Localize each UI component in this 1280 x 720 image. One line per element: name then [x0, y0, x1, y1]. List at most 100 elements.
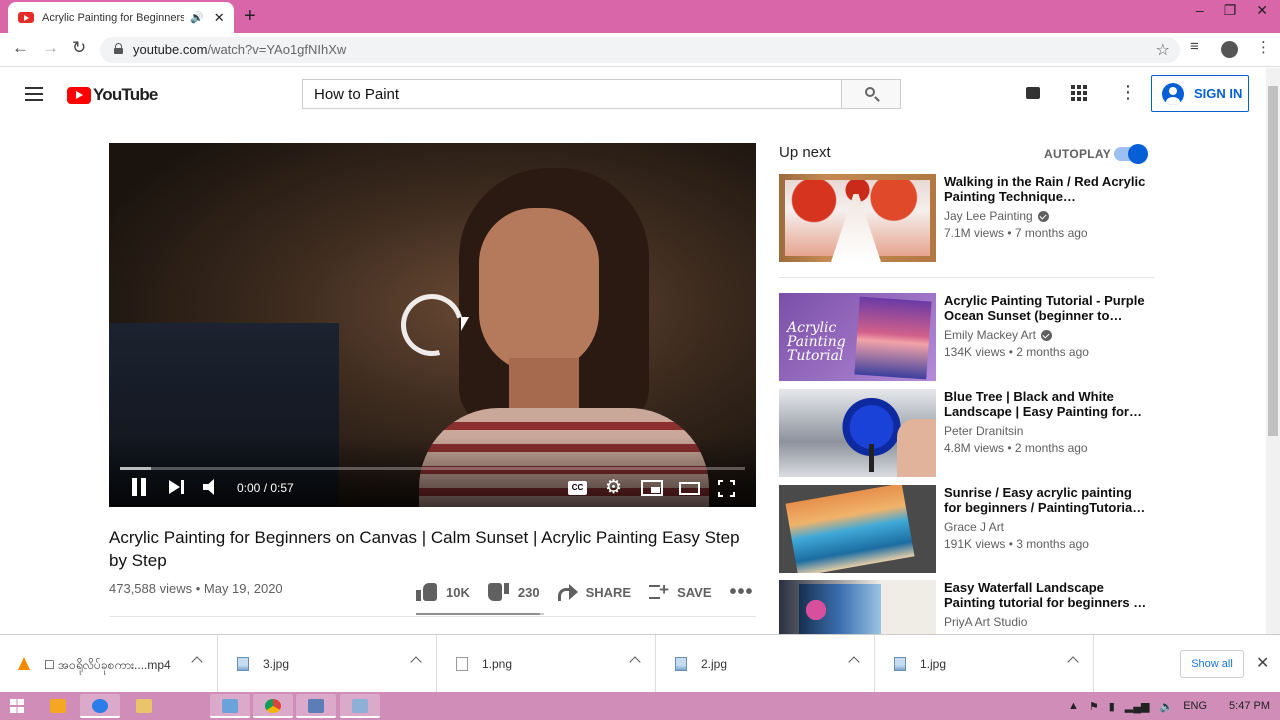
download-item[interactable]: 2.jpg: [657, 635, 875, 693]
fullscreen-icon[interactable]: [718, 480, 735, 497]
close-window-button[interactable]: ✕: [1256, 2, 1268, 19]
address-bar[interactable]: youtube.com/watch?v=YAo1gfNIhXw ☆: [100, 37, 1180, 63]
download-item[interactable]: 1.jpg: [876, 635, 1094, 693]
like-ratio-bar: [416, 613, 544, 615]
close-icon[interactable]: ✕: [1256, 653, 1269, 673]
video-thumbnail[interactable]: [779, 580, 936, 634]
video-thumbnail[interactable]: [779, 389, 936, 477]
recommendation-title[interactable]: Easy Waterfall Landscape Painting tutori…: [944, 580, 1149, 610]
scrollbar-thumb[interactable]: [1268, 86, 1278, 436]
apps-grid-icon[interactable]: [1071, 85, 1087, 101]
recommendation-title[interactable]: Acrylic Painting Tutorial - Purple Ocean…: [944, 293, 1149, 323]
download-item[interactable]: ☐ အဝရိုလိပ်ခုစကား....mp4: [0, 635, 218, 693]
video-player[interactable]: 0:00 / 0:57 CC ⚙: [109, 143, 756, 507]
chrome-menu-icon[interactable]: ⋮: [1256, 38, 1271, 56]
chevron-up-icon[interactable]: [1067, 656, 1079, 668]
speaker-icon[interactable]: 🔈: [1159, 700, 1173, 713]
window-controls: – ❐ ✕: [1196, 2, 1268, 19]
show-all-downloads-button[interactable]: Show all: [1180, 650, 1244, 678]
download-item[interactable]: 1.png: [438, 635, 656, 693]
restore-button[interactable]: ❐: [1224, 2, 1237, 19]
clock[interactable]: 5:47 PM: [1229, 700, 1270, 712]
taskbar-keyboard[interactable]: [296, 694, 336, 718]
tab-close-icon[interactable]: ✕: [214, 10, 225, 26]
gear-icon[interactable]: ⚙: [605, 478, 622, 497]
search-query[interactable]: How to Paint: [314, 86, 399, 103]
browser-toolbar: ← → ↻ youtube.com/watch?v=YAo1gfNIhXw ☆ …: [0, 33, 1280, 67]
save-button[interactable]: SAVE: [649, 580, 712, 601]
chevron-up-icon[interactable]: [629, 656, 641, 668]
language-indicator[interactable]: ENG: [1183, 700, 1207, 712]
create-video-icon[interactable]: [1026, 87, 1040, 99]
taskbar-chrome[interactable]: [253, 694, 293, 718]
miniplayer-icon[interactable]: [641, 480, 663, 496]
progress-bar[interactable]: [120, 467, 745, 470]
taskbar-photos[interactable]: [210, 694, 250, 718]
network-icon[interactable]: ▂▄▆: [1125, 700, 1150, 713]
volume-icon[interactable]: [203, 479, 221, 495]
autoplay-toggle[interactable]: [1114, 144, 1148, 164]
bookmark-star-icon[interactable]: ☆: [1156, 40, 1170, 60]
dislike-button[interactable]: 230: [487, 583, 540, 601]
video-thumbnail[interactable]: [779, 485, 936, 573]
share-button[interactable]: SHARE: [557, 583, 631, 601]
flag-icon[interactable]: ⚑: [1089, 700, 1099, 713]
next-video-icon[interactable]: [169, 480, 185, 494]
video-thumbnail[interactable]: Acrylic Painting Tutorial: [779, 293, 936, 381]
url-text[interactable]: youtube.com/watch?v=YAo1gfNIhXw: [133, 42, 346, 57]
share-icon: [557, 583, 578, 601]
recommendation-item[interactable]: Easy Waterfall Landscape Painting tutori…: [779, 580, 1159, 634]
more-actions-button[interactable]: •••: [730, 581, 754, 604]
taskbar-file-explorer[interactable]: [124, 694, 164, 718]
chevron-up-icon[interactable]: [410, 656, 422, 668]
pause-icon[interactable]: [131, 478, 147, 496]
chevron-up-icon[interactable]: [848, 656, 860, 668]
recommendation-item[interactable]: Sunrise / Easy acrylic painting for begi…: [779, 485, 1159, 575]
taskbar-media-player[interactable]: [38, 694, 78, 718]
back-icon[interactable]: ←: [12, 38, 29, 58]
recommendation-item[interactable]: Blue Tree | Black and White Landscape | …: [779, 389, 1159, 479]
channel-name: Emily Mackey Art: [944, 328, 1037, 342]
hamburger-menu-icon[interactable]: [25, 87, 43, 101]
video-thumbnail[interactable]: [779, 174, 936, 262]
sign-in-button[interactable]: SIGN IN: [1151, 75, 1249, 112]
download-item[interactable]: 3.jpg: [219, 635, 437, 693]
reload-icon[interactable]: ↻: [72, 38, 86, 58]
recommendation-title[interactable]: Blue Tree | Black and White Landscape | …: [944, 389, 1149, 419]
tray-expand-icon[interactable]: ▲: [1068, 700, 1079, 712]
page-scrollbar[interactable]: [1266, 68, 1280, 634]
vlc-icon: [18, 657, 30, 670]
buffered-bar: [120, 467, 152, 470]
url-path: /watch?v=YAo1gfNIhXw: [207, 42, 347, 57]
recommendation-item[interactable]: Acrylic Painting Tutorial Acrylic Painti…: [779, 293, 1159, 383]
view-count-date: 473,588 views • May 19, 2020: [109, 581, 283, 596]
battery-icon[interactable]: ▮: [1109, 700, 1115, 713]
windows-start-icon[interactable]: [10, 699, 24, 713]
search-input[interactable]: How to Paint: [302, 79, 842, 109]
browser-tab[interactable]: Acrylic Painting for Beginners on Canvas…: [8, 2, 234, 33]
theater-mode-icon[interactable]: [679, 482, 700, 495]
audio-playing-icon[interactable]: 🔊: [190, 11, 204, 24]
settings-more-icon[interactable]: ⋮: [1119, 82, 1137, 103]
taskbar-internet-explorer[interactable]: [80, 694, 120, 718]
search-button[interactable]: [841, 79, 901, 109]
recommendation-item[interactable]: Walking in the Rain / Red Acrylic Painti…: [779, 174, 1159, 264]
minimize-button[interactable]: –: [1196, 2, 1204, 19]
image-file-icon: [675, 657, 687, 671]
lock-icon[interactable]: [114, 43, 123, 54]
windows-taskbar: ▲ ⚑ ▮ ▂▄▆ 🔈 ENG 5:47 PM: [0, 692, 1280, 720]
media-controls-icon[interactable]: ≡: [1190, 38, 1199, 55]
captions-icon[interactable]: CC: [568, 481, 587, 495]
recommendation-channel: Grace J Art: [944, 520, 1005, 534]
recommendation-channel: PriyA Art Studio: [944, 615, 1028, 629]
chevron-up-icon[interactable]: [191, 656, 203, 668]
recommendation-title[interactable]: Sunrise / Easy acrylic painting for begi…: [944, 485, 1149, 515]
new-tab-button[interactable]: +: [244, 5, 256, 28]
recommendation-title[interactable]: Walking in the Rain / Red Acrylic Painti…: [944, 174, 1149, 204]
like-button[interactable]: 10K: [416, 583, 470, 601]
taskbar-remote-desktop[interactable]: [340, 694, 380, 718]
channel-name: Jay Lee Painting: [944, 209, 1033, 223]
forward-icon[interactable]: →: [42, 38, 59, 58]
youtube-logo[interactable]: YouTube: [67, 85, 158, 105]
profile-icon[interactable]: [1221, 41, 1238, 58]
